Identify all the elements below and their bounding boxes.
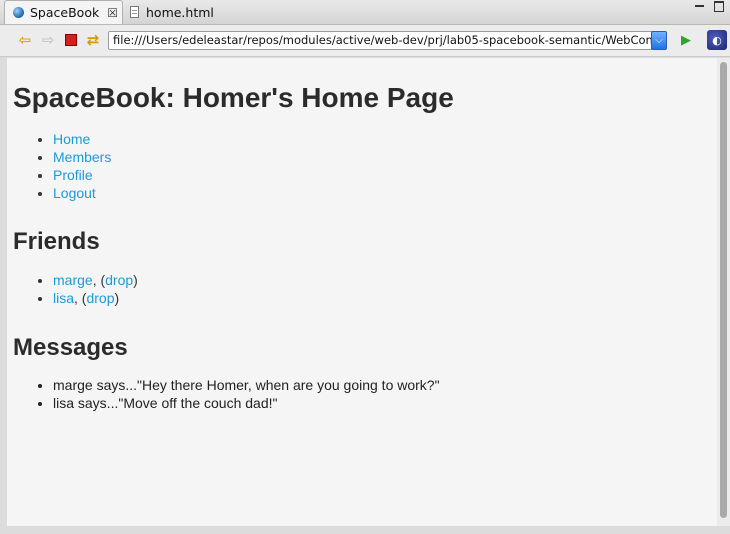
nav-link-profile[interactable]: Profile [53,167,93,183]
friend-link-lisa[interactable]: lisa [53,290,74,306]
nav-link-members[interactable]: Members [53,149,111,165]
forward-arrow-icon: ⇨ [41,31,55,49]
refresh-icon: ⇄ [86,31,100,49]
friend-link-marge[interactable]: marge [53,272,93,288]
nav-item-home: Home [53,130,111,148]
tab-bar: SpaceBook ☒ home.html [0,0,730,25]
window-bottom-border [0,526,730,534]
friend-close-paren: ) [114,290,120,306]
nav-link-logout[interactable]: Logout [53,185,96,201]
friend-item: marge, (drop) [53,271,138,289]
browser-viewport: SpaceBook: Homer's Home Page Home Member… [7,58,717,526]
back-button[interactable]: ⇦ [17,31,33,49]
minimize-icon[interactable] [694,0,706,14]
back-arrow-icon: ⇦ [18,31,32,49]
url-input[interactable]: file:///Users/edeleastar/repos/modules/a… [108,31,666,50]
message-item: lisa says..."Move off the couch dad!" [53,394,440,412]
tab-spacebook[interactable]: SpaceBook ☒ [4,0,123,24]
forward-button[interactable]: ⇨ [40,31,56,49]
message-item: marge says..."Hey there Homer, when are … [53,376,440,394]
friend-close-paren: ) [133,272,138,288]
maximize-icon[interactable] [713,0,725,14]
go-button[interactable]: ▶ [678,32,694,48]
messages-list: marge says..."Hey there Homer, when are … [33,376,440,412]
url-history-dropdown[interactable]: ⌵ [651,31,667,50]
nav-item-logout: Logout [53,184,111,202]
chevron-down-icon: ⌵ [655,35,663,46]
refresh-button[interactable]: ⇄ [85,31,101,49]
friend-separator: , ( [92,272,106,288]
tab-home-html[interactable]: home.html [128,0,238,24]
messages-heading: Messages [13,334,128,361]
stop-icon [65,34,77,46]
globe-icon [13,7,24,18]
friend-separator: , ( [74,290,87,306]
friends-list: marge, (drop) lisa, (drop) [33,271,138,307]
browser-toolbar: ⇦ ⇨ ⇄ file:///Users/edeleastar/repos/mod… [0,25,730,57]
friend-item: lisa, (drop) [53,289,138,307]
tab-label: home.html [146,4,214,20]
document-icon [130,6,139,18]
nav-item-profile: Profile [53,166,111,184]
stop-button[interactable] [63,32,79,48]
drop-friend-link[interactable]: drop [105,272,133,288]
scrollbar-thumb[interactable] [720,62,727,518]
close-icon[interactable]: ☒ [107,6,118,20]
main-nav: Home Members Profile Logout [33,130,111,202]
vertical-scrollbar[interactable] [717,58,730,526]
nav-item-members: Members [53,148,111,166]
play-icon: ▶ [681,32,691,48]
tab-label: SpaceBook [30,5,100,20]
nav-link-home[interactable]: Home [53,131,90,147]
friends-heading: Friends [13,228,100,255]
page-title: SpaceBook: Homer's Home Page [13,82,454,113]
eclipse-logo-icon[interactable]: ◐ [707,30,727,50]
drop-friend-link[interactable]: drop [86,290,114,306]
